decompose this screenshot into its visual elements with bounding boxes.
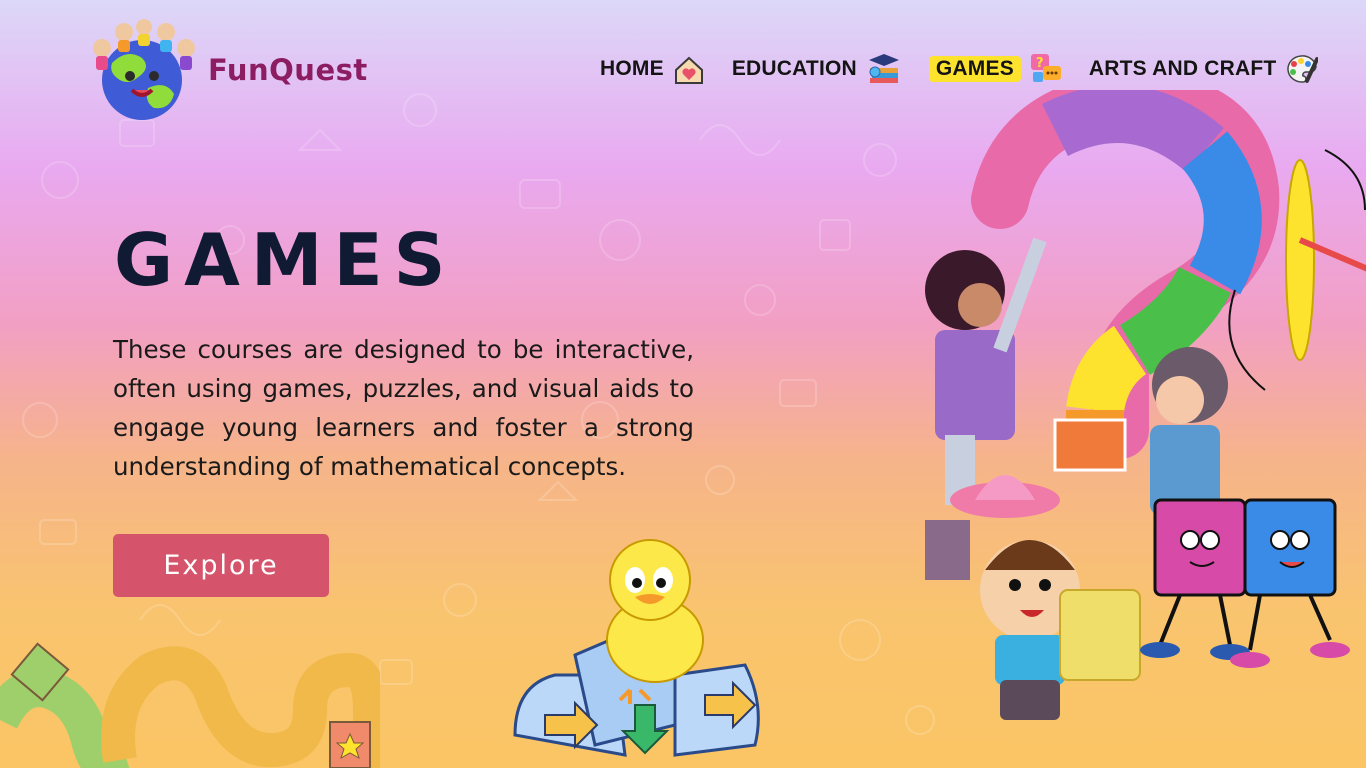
hero-title: GAMES <box>114 218 457 302</box>
nav-item-arts-and-craft[interactable]: ARTS AND CRAFT <box>1089 50 1319 88</box>
brand-name: FunQuest <box>208 53 368 87</box>
main-navigation: HOME EDUCATION GAMES ? ARTS AND CRAFT <box>600 48 1319 90</box>
question-chat-icon: ? <box>1030 54 1061 82</box>
nav-label-home: HOME <box>600 57 664 80</box>
duck-on-arrow-keys-illustration <box>513 539 760 757</box>
kids-puzzle-question-mark-illustration <box>925 90 1366 720</box>
nav-label-arts-and-craft: ARTS AND CRAFT <box>1088 57 1277 80</box>
board-game-path-illustration <box>0 642 380 768</box>
paint-palette-icon <box>1287 55 1319 83</box>
nav-item-education[interactable]: EDUCATION <box>732 50 903 88</box>
nav-item-games[interactable]: GAMES ? <box>928 50 1063 88</box>
nav-item-home[interactable]: HOME <box>600 50 706 88</box>
globe-with-kids-icon <box>93 19 195 120</box>
explore-button[interactable]: Explore <box>113 534 329 597</box>
svg-text:?: ? <box>1036 56 1044 71</box>
graduation-books-icon <box>868 54 899 83</box>
brand-logo[interactable]: FunQuest <box>82 18 368 122</box>
hero-description: These courses are designed to be interac… <box>113 335 694 481</box>
nav-label-education: EDUCATION <box>731 57 857 80</box>
nav-label-games: GAMES <box>928 56 1021 82</box>
home-heart-icon <box>674 56 703 84</box>
